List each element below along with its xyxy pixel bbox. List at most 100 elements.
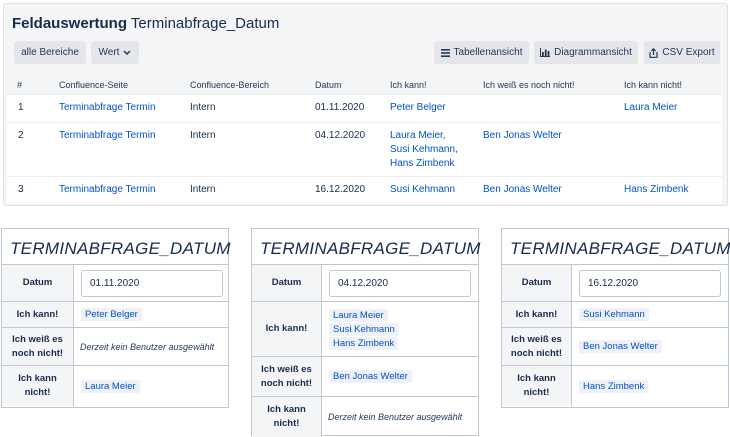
column-header-date[interactable]: Datum (315, 80, 342, 90)
cannot-cell: Derzeit kein Benutzer ausgewählt (328, 397, 468, 437)
user-chip[interactable]: Laura Meier (81, 379, 140, 393)
no-user-text: Derzeit kein Benutzer ausgewählt (328, 412, 463, 422)
no-user-text: Derzeit kein Benutzer ausgewählt (80, 341, 215, 352)
user-link[interactable]: Laura Meier (624, 101, 677, 115)
page-link[interactable]: Terminabfrage Termin (59, 129, 156, 143)
unsure-cell: Ben Jonas Welter (579, 328, 662, 365)
card-title: TERMINABFRAGE_DATUM (10, 239, 231, 258)
unsure-label: Ich weiß es noch nicht! (252, 357, 322, 396)
can-row: Ich kann! Peter Belger (2, 302, 228, 328)
cannot-label: Ich kann nicht! (252, 397, 322, 437)
user-link[interactable]: Peter Belger (390, 101, 446, 115)
page-link[interactable]: Terminabfrage Termin (59, 183, 156, 197)
date-field[interactable]: 04.12.2020 (329, 269, 471, 297)
card-title: TERMINABFRAGE_DATUM (510, 239, 730, 258)
all-areas-label: alle Bereiche (21, 47, 79, 58)
results-table: 1 Terminabfrage Termin Intern 01.11.2020… (7, 94, 722, 204)
bar-chart-icon (540, 48, 551, 57)
date-field[interactable]: 16.12.2020 (579, 269, 721, 297)
date-card: TERMINABFRAGE_DATUM Datum 16.12.2020 Ich… (501, 228, 730, 408)
cannot-label: Ich kann nicht! (502, 366, 572, 406)
space-name: Intern (190, 130, 216, 141)
space-name: Intern (190, 102, 216, 113)
cannot-cell: Hans Zimbenk (579, 366, 649, 406)
user-link[interactable]: Hans Zimbenk (624, 183, 688, 197)
card-title: TERMINABFRAGE_DATUM (260, 239, 481, 258)
date-label: Datum (2, 265, 74, 301)
space-name: Intern (190, 184, 216, 195)
date-label: Datum (502, 265, 572, 301)
value-dropdown[interactable]: Wert (91, 41, 139, 64)
column-header-space[interactable]: Confluence-Bereich (190, 80, 269, 90)
cannot-cell: Laura Meier (81, 366, 140, 406)
unsure-cell: Derzeit kein Benutzer ausgewählt (80, 328, 220, 365)
date-value: 16.12.2020 (315, 184, 366, 195)
date-label: Datum (252, 265, 322, 301)
date-card: TERMINABFRAGE_DATUM Datum 04.12.2020 Ich… (251, 228, 481, 437)
user-link[interactable]: Laura Meier, (390, 129, 446, 143)
page-link[interactable]: Terminabfrage Termin (59, 101, 156, 115)
user-chip[interactable]: Ben Jonas Welter (579, 340, 662, 353)
can-row: Ich kann! Laura Meier Susi Kehmann Hans … (252, 302, 478, 357)
date-value: 01.11.2020 (315, 102, 365, 113)
user-chip[interactable]: Laura Meier (329, 308, 388, 322)
user-link[interactable]: Hans Zimbenk (390, 157, 454, 171)
user-chip[interactable]: Hans Zimbenk (329, 336, 399, 350)
date-row: Datum 04.12.2020 (252, 265, 478, 302)
page-title: Feldauswertung Terminabfrage_Datum (12, 15, 279, 32)
chart-view-button[interactable]: Diagrammansicht (534, 41, 638, 64)
table-row: 2 Terminabfrage Termin Intern 04.12.2020… (7, 122, 722, 176)
chart-view-label: Diagrammansicht (554, 47, 632, 58)
date-cell: 04.12.2020 (329, 265, 471, 301)
row-number: 1 (18, 102, 24, 113)
row-number: 3 (18, 184, 24, 195)
all-areas-button[interactable]: alle Bereiche (14, 41, 86, 64)
user-chip[interactable]: Peter Belger (81, 308, 142, 321)
csv-export-label: CSV Export (662, 47, 715, 58)
table-view-label: Tabellenansicht (453, 47, 523, 58)
can-cell: Peter Belger (81, 302, 142, 327)
date-card: TERMINABFRAGE_DATUM Datum 01.11.2020 Ich… (1, 228, 231, 408)
unsure-cell: Ben Jonas Welter (329, 357, 412, 396)
unsure-label: Ich weiß es noch nicht! (2, 328, 74, 365)
unsure-row: Ich weiß es noch nicht! Ben Jonas Welter (252, 357, 478, 397)
export-icon (649, 47, 658, 58)
card-table: Datum 16.12.2020 Ich kann! Susi Kehmann … (502, 264, 728, 406)
column-header-can[interactable]: Ich kann! (390, 80, 427, 90)
user-link[interactable]: Susi Kehmann (390, 183, 455, 197)
field-evaluation-panel: Feldauswertung Terminabfrage_Datum alle … (3, 3, 728, 206)
table-row: 1 Terminabfrage Termin Intern 01.11.2020… (7, 94, 722, 122)
column-header-unsure[interactable]: Ich weiß es noch nicht! (483, 80, 575, 90)
table-header: # Confluence-Seite Confluence-Bereich Da… (4, 76, 727, 94)
can-cell: Laura Meier Susi Kehmann Hans Zimbenk (329, 302, 399, 356)
user-chip[interactable]: Susi Kehmann (329, 322, 399, 336)
can-cell: Susi Kehmann (579, 302, 649, 327)
unsure-label: Ich weiß es noch nicht! (502, 328, 572, 365)
can-label: Ich kann! (502, 302, 572, 327)
value-label: Wert (98, 47, 120, 58)
title-bold: Feldauswertung (12, 15, 128, 32)
user-chip[interactable]: Ben Jonas Welter (329, 370, 412, 383)
cannot-label: Ich kann nicht! (2, 366, 74, 406)
cannot-row: Ich kann nicht! Laura Meier (2, 366, 228, 406)
column-header-cannot[interactable]: Ich kann nicht! (624, 80, 682, 90)
title-field-name: Terminabfrage_Datum (130, 15, 280, 32)
user-link[interactable]: Ben Jonas Welter (483, 183, 562, 197)
user-link[interactable]: Susi Kehmann, (390, 143, 458, 157)
column-header-number: # (17, 80, 23, 90)
date-field[interactable]: 01.11.2020 (81, 269, 223, 297)
card-table: Datum 04.12.2020 Ich kann! Laura Meier S… (252, 264, 478, 437)
date-row: Datum 16.12.2020 (502, 265, 728, 302)
date-row: Datum 01.11.2020 (2, 265, 228, 302)
user-chip[interactable]: Susi Kehmann (579, 308, 649, 321)
chevron-down-icon (123, 49, 131, 55)
unsure-row: Ich weiß es noch nicht! Derzeit kein Ben… (2, 328, 228, 366)
user-chip[interactable]: Hans Zimbenk (579, 379, 649, 393)
column-header-page[interactable]: Confluence-Seite (59, 80, 128, 90)
user-link[interactable]: Ben Jonas Welter (483, 129, 562, 143)
can-label: Ich kann! (2, 302, 74, 327)
csv-export-button[interactable]: CSV Export (644, 41, 720, 64)
can-label: Ich kann! (252, 302, 322, 356)
table-view-button[interactable]: Tabellenansicht (434, 41, 529, 64)
card-table: Datum 01.11.2020 Ich kann! Peter Belger … (2, 264, 228, 406)
